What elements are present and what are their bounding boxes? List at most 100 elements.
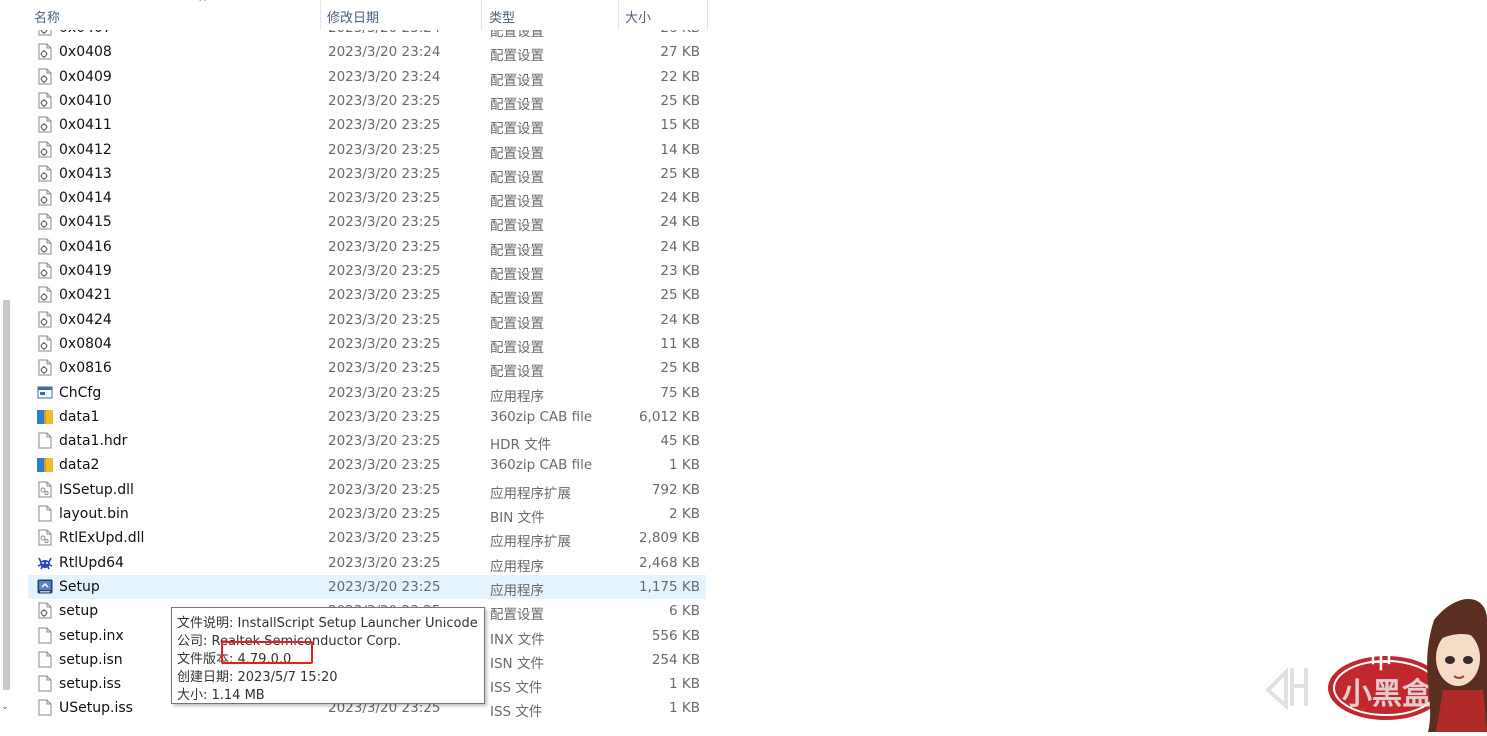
file-type: 配置设置: [490, 121, 544, 138]
file-size: 25 KB: [660, 360, 700, 377]
file-name: layout.bin: [59, 506, 129, 522]
column-header-name[interactable]: 名称 ^: [28, 0, 321, 30]
file-row[interactable]: 0x0419 2023/3/20 23:25 配置设置 23 KB: [28, 259, 706, 283]
ini-config-icon: [37, 602, 53, 619]
realtek-crab-icon: [37, 554, 53, 571]
file-modified-date: 2023/3/20 23:25: [328, 360, 441, 377]
file-name: 0x0816: [59, 360, 112, 377]
ini-config-icon: [37, 141, 53, 158]
file-row[interactable]: data1.hdr 2023/3/20 23:25 HDR 文件 45 KB: [28, 429, 706, 453]
file-modified-date: 2023/3/20 23:24: [328, 44, 441, 61]
file-size: 27 KB: [660, 44, 700, 61]
file-modified-date: 2023/3/20 23:25: [328, 238, 441, 255]
file-type: ISN 文件: [490, 655, 544, 672]
file-row[interactable]: 0x0415 2023/3/20 23:25 配置设置 24 KB: [28, 210, 706, 234]
file-name: setup.iss: [59, 676, 122, 693]
column-type-label: 类型: [489, 11, 516, 26]
file-size: 1 KB: [669, 676, 700, 693]
file-modified-date: 2023/3/20 23:25: [328, 214, 441, 231]
file-size: 24 KB: [660, 238, 700, 255]
file-type: INX 文件: [490, 631, 545, 648]
file-size: 25 KB: [660, 92, 700, 109]
file-row[interactable]: layout.bin 2023/3/20 23:25 BIN 文件 2 KB: [28, 502, 706, 526]
file-modified-date: 2023/3/20 23:25: [328, 117, 441, 134]
file-name: ChCfg: [59, 384, 102, 401]
file-row[interactable]: Setup 2023/3/20 23:25 应用程序 1,175 KB: [28, 574, 706, 599]
file-name: Setup: [59, 578, 100, 595]
ini-config-icon: [37, 213, 53, 230]
file-size: 6,012 KB: [638, 408, 700, 425]
file-size: 22 KB: [660, 68, 700, 85]
tooltip-size: 大小: 1.14 MB: [177, 688, 265, 703]
file-row[interactable]: 0x0424 2023/3/20 23:25 配置设置 24 KB: [28, 308, 706, 332]
file-modified-date: 2023/3/20 23:25: [328, 311, 441, 328]
file-row[interactable]: 0x0409 2023/3/20 23:24 配置设置 22 KB: [28, 65, 706, 89]
file-size: 15 KB: [660, 117, 700, 134]
file-size: 11 KB: [660, 335, 700, 352]
file-row[interactable]: 0x0413 2023/3/20 23:25 配置设置 25 KB: [28, 162, 706, 186]
file-row[interactable]: data1 2023/3/20 23:25 360zip CAB file 6,012…: [28, 405, 706, 429]
file-type: BIN 文件: [490, 510, 545, 526]
file-type: 配置设置: [490, 315, 544, 332]
file-size: 25 KB: [660, 165, 700, 182]
file-size: 45 KB: [660, 433, 700, 450]
file-size: 24 KB: [660, 190, 700, 207]
scrollbar-thumb[interactable]: [3, 300, 10, 690]
file-name: 0x0413: [59, 165, 112, 182]
file-size: 6 KB: [669, 603, 700, 620]
file-modified-date: 2023/3/20 23:25: [328, 481, 441, 498]
ini-config-icon: [37, 359, 53, 376]
ini-config-icon: [37, 311, 53, 328]
file-name: 0x0804: [59, 335, 112, 352]
watermark-badge-text: 中: [1370, 649, 1392, 674]
column-header-date[interactable]: 修改日期: [321, 0, 482, 30]
file-row[interactable]: 0x0410 2023/3/20 23:25 配置设置 25 KB: [28, 89, 706, 113]
file-row[interactable]: ChCfg 2023/3/20 23:25 应用程序 75 KB: [28, 381, 706, 405]
file-row[interactable]: ISSetup.dll 2023/3/20 23:25 应用程序扩展 792 KB: [28, 478, 706, 502]
file-size: 1 KB: [669, 457, 700, 474]
file-row[interactable]: RtlExUpd.dll 2023/3/20 23:25 应用程序扩展 2,809 K…: [28, 526, 706, 550]
file-name: RtlExUpd.dll: [59, 530, 145, 547]
app-window-icon: [37, 384, 53, 401]
file-name: 0x0419: [59, 263, 112, 279]
column-header-type[interactable]: 类型: [483, 0, 619, 30]
column-name-label: 名称: [34, 11, 61, 26]
file-size: 24 KB: [660, 214, 700, 231]
file-row[interactable]: 0x0408 2023/3/20 23:24 配置设置 27 KB: [28, 40, 706, 64]
file-type: ISS 文件: [490, 704, 543, 721]
file-name: RtlUpd64: [59, 554, 124, 571]
file-name: 0x0421: [59, 287, 112, 304]
dll-file-icon: [37, 481, 53, 498]
file-row[interactable]: 0x0411 2023/3/20 23:25 配置设置 15 KB: [28, 113, 706, 137]
file-type: HDR 文件: [490, 437, 552, 454]
blank-file-icon: [37, 651, 53, 668]
file-type: 配置设置: [490, 339, 544, 356]
file-type: 应用程序扩展: [490, 534, 571, 551]
ini-config-icon: [37, 68, 53, 85]
dll-file-icon: [37, 529, 53, 546]
file-row[interactable]: 0x0414 2023/3/20 23:25 配置设置 24 KB: [28, 186, 706, 210]
file-row[interactable]: 0x0421 2023/3/20 23:25 配置设置 25 KB: [28, 283, 706, 307]
file-name: ISSetup.dll: [59, 481, 134, 498]
ini-config-icon: [37, 165, 53, 182]
file-row[interactable]: 0x0416 2023/3/20 23:25 配置设置 24 KB: [28, 235, 706, 259]
file-name: 0x0410: [59, 92, 112, 109]
vertical-scrollbar[interactable]: ⌄: [0, 0, 12, 732]
file-name: data1.hdr: [59, 433, 128, 450]
file-name: 0x0424: [59, 311, 112, 328]
file-row[interactable]: 0x0804 2023/3/20 23:25 配置设置 11 KB: [28, 332, 706, 356]
ini-config-icon: [37, 335, 53, 352]
file-row[interactable]: 0x0412 2023/3/20 23:25 配置设置 14 KB: [28, 138, 706, 162]
file-type: 配置设置: [490, 194, 544, 211]
file-row[interactable]: 0x0816 2023/3/20 23:25 配置设置 25 KB: [28, 356, 706, 380]
file-modified-date: 2023/3/20 23:25: [328, 554, 441, 571]
file-size: 254 KB: [651, 651, 700, 668]
file-size: 792 KB: [651, 481, 700, 498]
file-type: 配置设置: [490, 72, 544, 89]
file-name: data1: [59, 408, 100, 425]
file-row[interactable]: RtlUpd64 2023/3/20 23:25 应用程序 2,468 KB: [28, 551, 706, 575]
file-row[interactable]: data2 2023/3/20 23:25 360zip CAB file 1 KB: [28, 453, 706, 477]
ini-config-icon: [37, 189, 53, 206]
column-header-size[interactable]: 大小: [619, 0, 708, 30]
scroll-down-arrow-icon[interactable]: ⌄: [1, 702, 9, 712]
